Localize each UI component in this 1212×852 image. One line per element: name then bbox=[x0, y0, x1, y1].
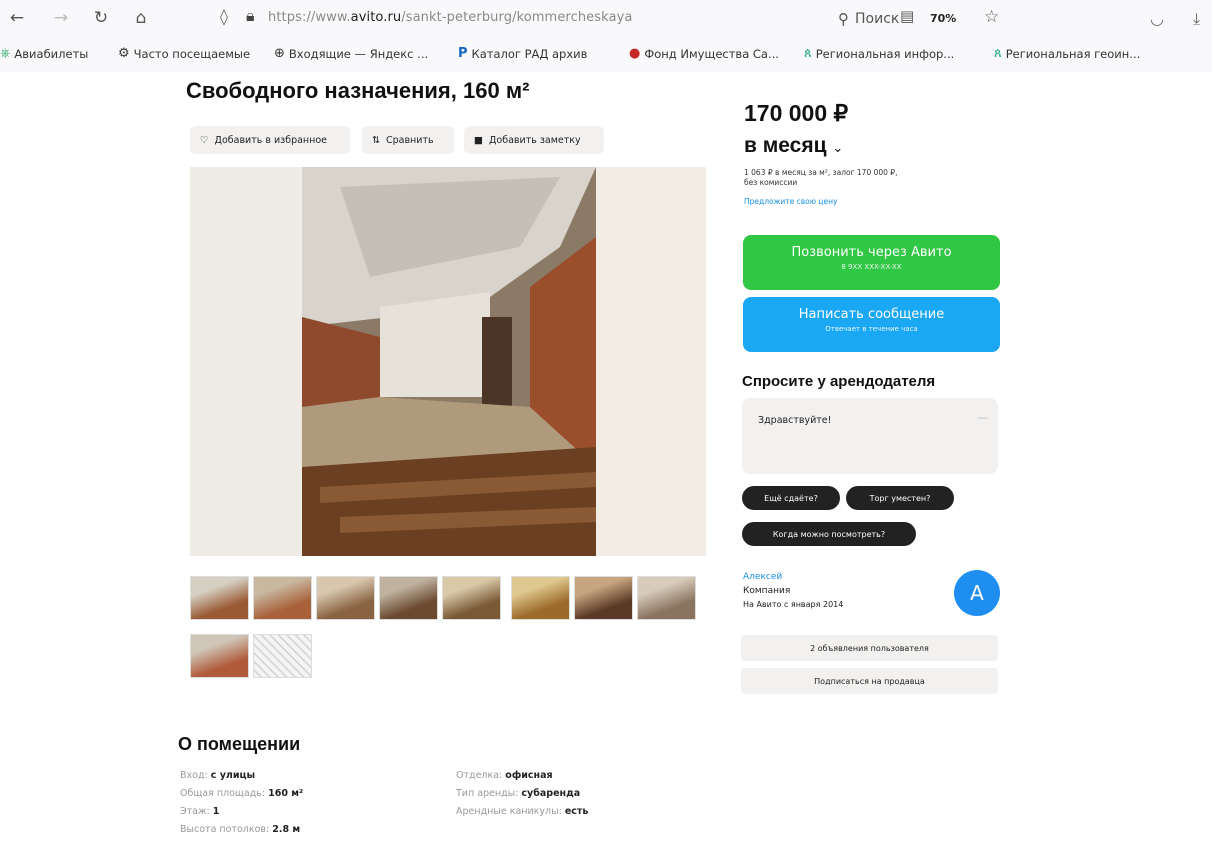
ask-seller-title: Спросите у арендодателя bbox=[742, 373, 936, 390]
search-placeholder: Поиск bbox=[855, 11, 900, 27]
quick-question-chip[interactable]: Ещё сдаёте? bbox=[742, 486, 840, 510]
rad-logo-icon: P bbox=[458, 46, 468, 61]
download-icon[interactable]: ⤓ bbox=[1193, 9, 1200, 29]
bookmark-item[interactable]: P Каталог РАД архив bbox=[458, 46, 587, 61]
url-text[interactable]: https://www.avito.ru/sankt-peterburg/kom… bbox=[268, 10, 632, 25]
seller-since: На Авито с января 2014 bbox=[743, 600, 844, 609]
param-rent-holidays: Арендные каникулы: есть bbox=[456, 806, 589, 817]
zoom-level[interactable]: 70% bbox=[930, 12, 956, 25]
lock-icon[interactable]: 🔒︎ bbox=[246, 6, 255, 26]
compare-icon: ⇅ bbox=[372, 134, 380, 146]
photo-thumbnail[interactable] bbox=[574, 576, 633, 620]
seller-name-link[interactable]: Алексей bbox=[743, 572, 782, 582]
bookmark-item[interactable]: ጰ Региональная инфор... bbox=[804, 46, 954, 61]
shield-icon[interactable]: ◊ bbox=[220, 7, 228, 26]
browser-toolbar: ← → ↻ ⌂ ◊ 🔒︎ https://www.avito.ru/sankt-… bbox=[0, 0, 1212, 36]
param-area: Общая площадь: 160 м² bbox=[180, 788, 304, 799]
param-rent-type: Тип аренды: субаренда bbox=[456, 788, 581, 799]
call-button[interactable]: Позвонить через Авито 8 9XX XXX-XX-XX bbox=[743, 235, 1000, 290]
photo-thumbnail[interactable] bbox=[190, 576, 249, 620]
photo-thumbnail[interactable] bbox=[316, 576, 375, 620]
browser-search-field[interactable]: ⚲ Поиск bbox=[838, 10, 899, 28]
photo-thumbnail[interactable] bbox=[379, 576, 438, 620]
bookmark-item[interactable]: ጰ Региональная геоин... bbox=[994, 46, 1140, 61]
back-arrow-icon[interactable]: ← bbox=[6, 8, 28, 28]
seller-type: Компания bbox=[743, 586, 791, 596]
param-finish: Отделка: офисная bbox=[456, 770, 553, 781]
bookmark-item[interactable]: ⊕ Входящие — Яндекс ... bbox=[274, 46, 428, 61]
globe-icon: ⊕ bbox=[274, 46, 285, 61]
ask-message-input[interactable]: Здравствуйте! — bbox=[742, 398, 998, 474]
price: 170 000 ₽ bbox=[744, 100, 849, 126]
chevron-down-icon: ⌄ bbox=[832, 140, 844, 155]
region-icon: ጰ bbox=[994, 46, 1002, 61]
pocket-icon[interactable]: ◡ bbox=[1150, 9, 1164, 28]
reader-view-icon[interactable]: ▤ bbox=[900, 7, 914, 25]
bookmark-item[interactable]: ⚙ Часто посещаемые bbox=[118, 46, 250, 61]
price-details: 1 063 ₽ в месяц за м², залог 170 000 ₽, … bbox=[744, 168, 898, 187]
param-entrance: Вход: с улицы bbox=[180, 770, 256, 781]
subscribe-seller-button[interactable]: Подписаться на продавца bbox=[741, 668, 998, 694]
fund-logo-icon: ● bbox=[629, 46, 641, 61]
param-floor: Этаж: 1 bbox=[180, 806, 220, 817]
listing-title: Свободного назначения, 160 м² bbox=[186, 78, 530, 103]
search-icon: ⚲ bbox=[838, 10, 849, 28]
clear-icon[interactable]: — bbox=[977, 411, 988, 424]
about-section-title: О помещении bbox=[178, 734, 301, 754]
photo-thumbnail[interactable] bbox=[442, 576, 501, 620]
bookmarks-bar: ⎈ Авиабилеты ⚙ Часто посещаемые ⊕ Входящие … bbox=[0, 36, 1212, 72]
photo-thumbnail[interactable] bbox=[253, 576, 312, 620]
reload-icon[interactable]: ↻ bbox=[90, 8, 112, 28]
heart-icon: ♡ bbox=[200, 134, 209, 146]
interior-photo bbox=[190, 167, 706, 556]
add-note-button[interactable]: ■ Добавить заметку bbox=[464, 126, 604, 154]
gear-icon: ⚙ bbox=[118, 46, 130, 61]
photo-thumbnail[interactable] bbox=[190, 634, 249, 678]
floor-plan-thumbnail[interactable] bbox=[253, 634, 312, 678]
avatar[interactable]: A bbox=[954, 570, 1000, 616]
photo-thumbnail[interactable] bbox=[511, 576, 570, 620]
bookmark-item[interactable]: ● Фонд Имущества Са... bbox=[629, 46, 779, 61]
main-photo[interactable] bbox=[190, 167, 706, 556]
message-button[interactable]: Написать сообщение Отвечает в течение ча… bbox=[743, 297, 1000, 352]
photo-thumbnail[interactable] bbox=[637, 576, 696, 620]
bookmark-item[interactable]: ⎈ Авиабилеты bbox=[0, 46, 88, 61]
price-period-select[interactable]: в месяц ⌄ bbox=[744, 134, 843, 158]
bookmark-star-icon[interactable]: ☆ bbox=[984, 7, 999, 27]
offer-price-link[interactable]: Предложите свою цену bbox=[744, 197, 837, 206]
note-icon: ■ bbox=[474, 134, 483, 146]
quick-question-chip[interactable]: Когда можно посмотреть? bbox=[742, 522, 916, 546]
seller-ads-button[interactable]: 2 объявления пользователя bbox=[741, 635, 998, 661]
compare-button[interactable]: ⇅ Сравнить bbox=[362, 126, 454, 154]
param-ceiling-height: Высота потолков: 2.8 м bbox=[180, 824, 301, 835]
forward-arrow-icon[interactable]: → bbox=[50, 8, 72, 28]
add-favorite-button[interactable]: ♡ Добавить в избранное bbox=[190, 126, 350, 154]
plane-icon: ⎈ bbox=[0, 46, 11, 61]
region-icon: ጰ bbox=[804, 46, 812, 61]
home-icon[interactable]: ⌂ bbox=[130, 8, 152, 28]
quick-question-chip[interactable]: Торг уместен? bbox=[846, 486, 954, 510]
